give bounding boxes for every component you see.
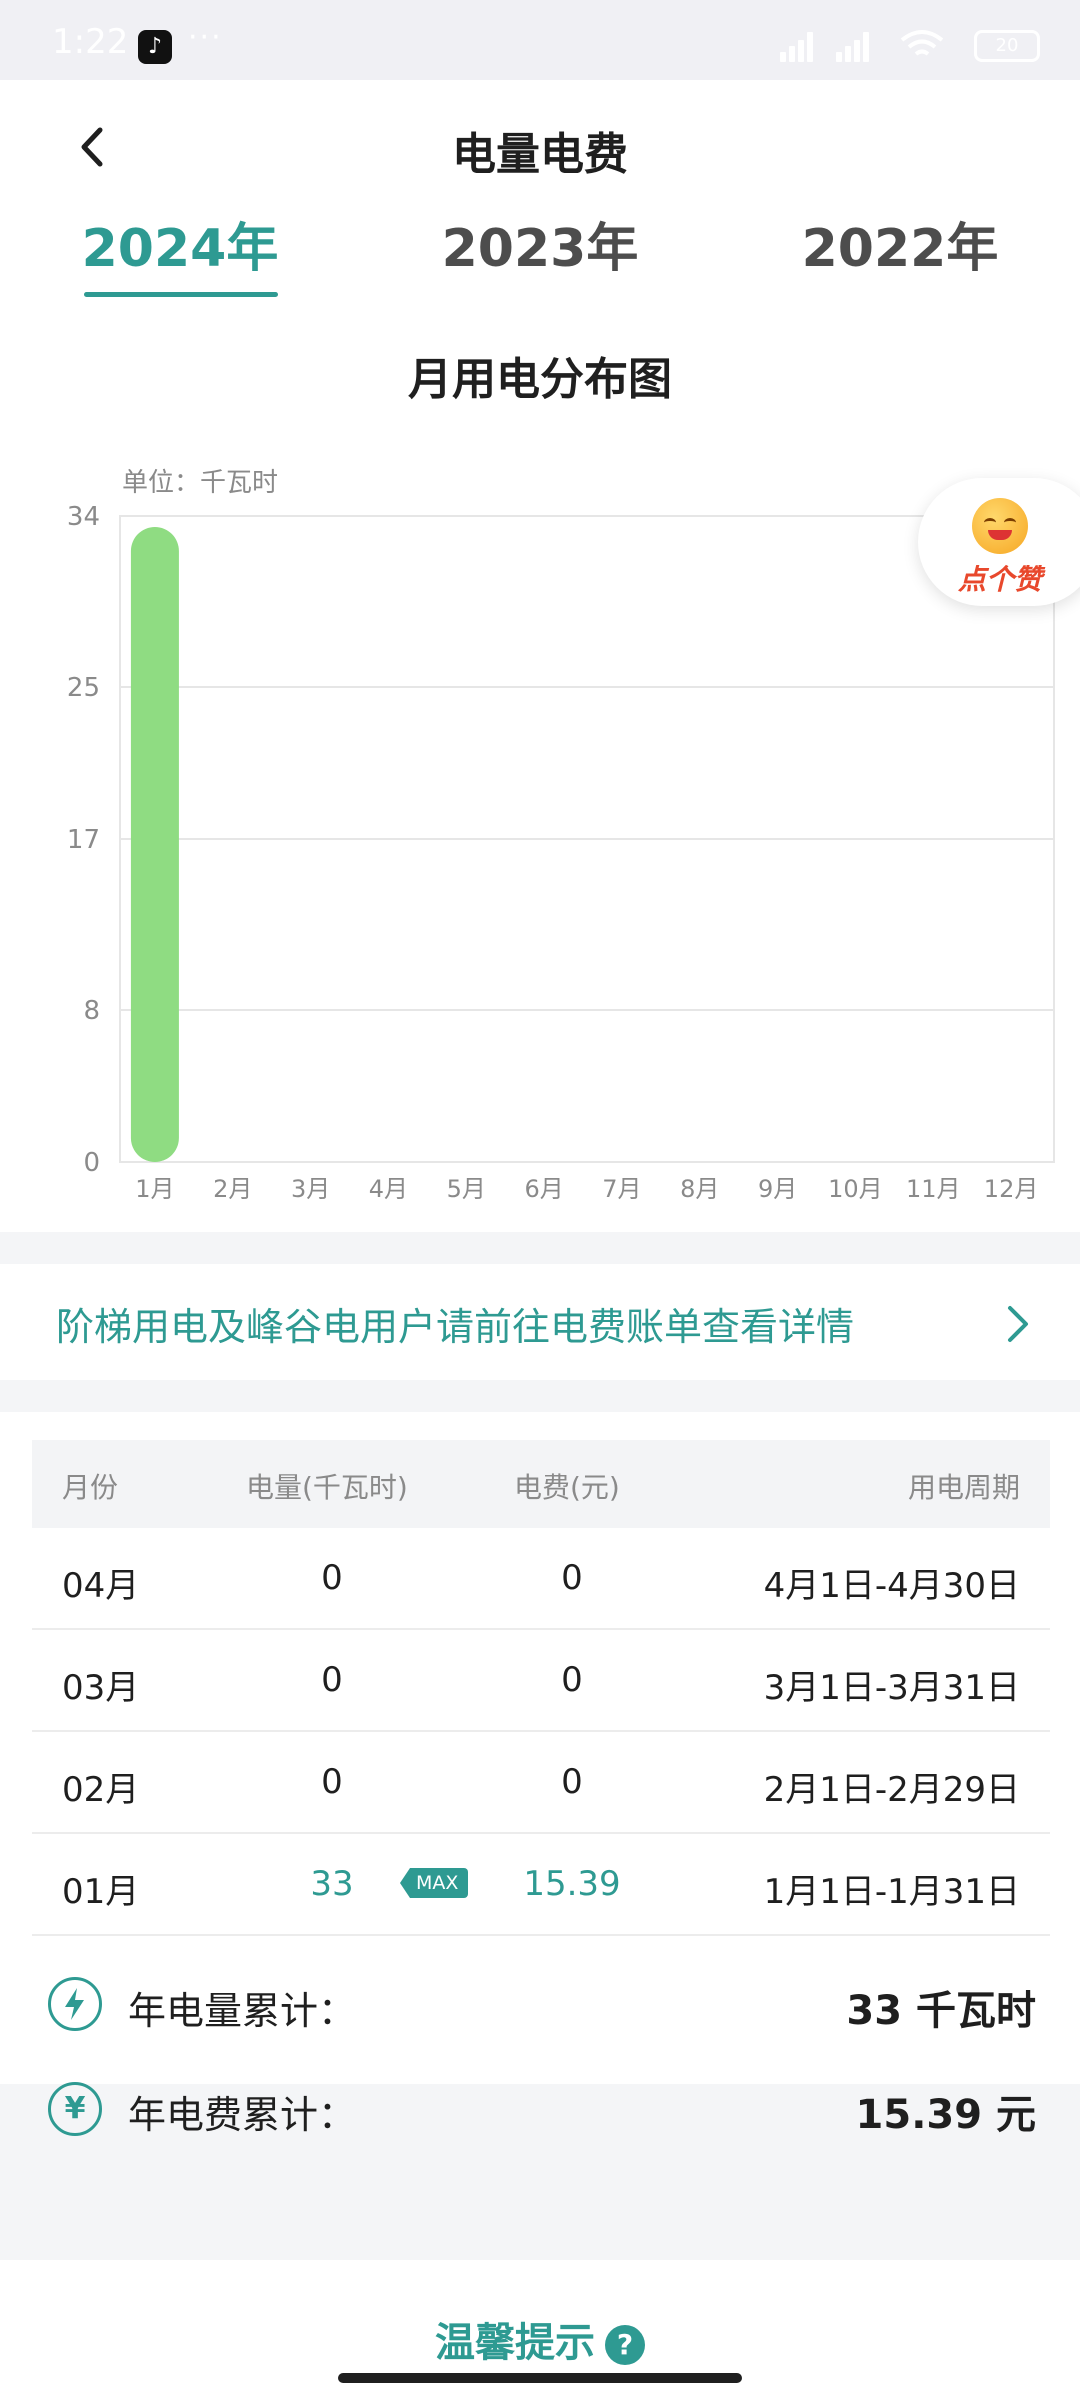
row-kwh: 0 xyxy=(321,1660,343,1700)
annual-energy-value: 33 千瓦时 xyxy=(846,1988,1036,2034)
x-tick-label: 2月 xyxy=(213,1175,252,1203)
row-kwh: 33 xyxy=(310,1864,354,1904)
x-tick-label: 8月 xyxy=(680,1175,719,1203)
row-month: 04月 xyxy=(62,1566,140,1606)
annual-energy-label: 年电量累计： xyxy=(128,1989,357,2033)
lightning-icon xyxy=(48,1977,102,2031)
row-period: 1月1日-1月31日 xyxy=(763,1872,1020,1912)
row-fee: 0 xyxy=(561,1558,583,1598)
max-badge: MAX xyxy=(400,1868,469,1898)
x-tick-label: 11月 xyxy=(906,1175,961,1203)
wifi-icon xyxy=(900,30,944,56)
x-tick-label: 12月 xyxy=(984,1175,1039,1203)
yuan-icon: ¥ xyxy=(48,2082,102,2136)
tips-title: 温馨提示 xyxy=(435,2320,595,2366)
table-row: 02月 0 0 2月1日-2月29日 xyxy=(32,1732,1050,1834)
table-row: 03月 0 0 3月1日-3月31日 xyxy=(32,1630,1050,1732)
x-tick-label: 1月 xyxy=(135,1175,174,1203)
more-notifications-icon: ··· xyxy=(188,20,223,55)
active-tab-indicator xyxy=(84,292,278,297)
column-header-fee: 电费(元) xyxy=(514,1471,620,1504)
bar xyxy=(130,527,179,1162)
chevron-right-icon[interactable] xyxy=(1000,1302,1036,1346)
signal-icon xyxy=(780,26,820,62)
row-fee: 0 xyxy=(561,1762,583,1802)
section-divider xyxy=(0,1380,1080,1412)
table-header: 月份 电量(千瓦时) 电费(元) 用电周期 xyxy=(32,1440,1050,1528)
table-row: 01月 33 MAX 15.39 1月1日-1月31日 xyxy=(32,1834,1050,1936)
tab-2023[interactable]: 2023年 xyxy=(390,206,690,281)
row-period: 2月1日-2月29日 xyxy=(763,1770,1020,1810)
row-period: 3月1日-3月31日 xyxy=(763,1668,1020,1708)
annual-fee-value: 15.39 元 xyxy=(855,2092,1036,2138)
help-icon[interactable]: ? xyxy=(605,2325,645,2365)
row-month: 01月 xyxy=(62,1872,140,1912)
x-tick-label: 10月 xyxy=(828,1175,883,1203)
row-month: 02月 xyxy=(62,1770,140,1810)
row-fee: 0 xyxy=(561,1660,583,1700)
y-tick-label: 25 xyxy=(67,673,100,703)
status-indicators: 20 xyxy=(780,26,1040,62)
monthly-usage-chart: 0 8 17 25 34 1月 2月 3月 4月 5月 6月 7月 8月 9月 10月 11月 12月 xyxy=(67,502,1055,1203)
row-kwh: 0 xyxy=(321,1762,343,1802)
column-header-kwh: 电量(千瓦时) xyxy=(246,1471,408,1504)
section-divider xyxy=(0,1232,1080,1264)
like-button[interactable]: 点个赞 xyxy=(918,478,1080,606)
notice-text[interactable]: 阶梯用电及峰谷电用户请前往电费账单查看详情 xyxy=(56,1296,854,1351)
y-tick-label: 8 xyxy=(83,996,100,1026)
status-time: 1:22 xyxy=(52,22,129,62)
tips-heading[interactable]: 温馨提示? xyxy=(0,2310,1080,2368)
table-row: 04月 0 0 4月1日-4月30日 xyxy=(32,1528,1050,1630)
home-indicator[interactable] xyxy=(338,2373,742,2383)
signal-icon xyxy=(836,26,876,62)
column-header-period: 用电周期 xyxy=(907,1471,1020,1504)
tiktok-icon: ♪ xyxy=(138,30,172,64)
chart-title: 月用电分布图 xyxy=(408,354,672,405)
x-tick-label: 4月 xyxy=(369,1175,408,1203)
x-tick-label: 6月 xyxy=(524,1175,563,1203)
smile-emoji-icon xyxy=(972,498,1028,554)
column-header-month: 月份 xyxy=(62,1471,119,1504)
y-tick-label: 17 xyxy=(67,825,100,855)
like-label: 点个赞 xyxy=(958,563,1043,596)
row-month: 03月 xyxy=(62,1668,140,1708)
annual-fee-label: 年电费累计： xyxy=(128,2093,357,2137)
x-tick-label: 7月 xyxy=(602,1175,641,1203)
page-title: 电量电费 xyxy=(452,129,628,180)
battery-icon: 20 xyxy=(974,30,1040,62)
row-fee: 15.39 xyxy=(523,1864,621,1904)
row-period: 4月1日-4月30日 xyxy=(763,1566,1020,1606)
y-tick-label: 0 xyxy=(83,1148,100,1178)
x-tick-label: 5月 xyxy=(447,1175,486,1203)
x-tick-label: 3月 xyxy=(291,1175,330,1203)
x-tick-label: 9月 xyxy=(758,1175,797,1203)
tab-2022[interactable]: 2022年 xyxy=(750,206,1050,281)
y-tick-label: 34 xyxy=(67,502,100,532)
tab-2024[interactable]: 2024年 xyxy=(30,206,330,281)
row-kwh: 0 xyxy=(321,1558,343,1598)
